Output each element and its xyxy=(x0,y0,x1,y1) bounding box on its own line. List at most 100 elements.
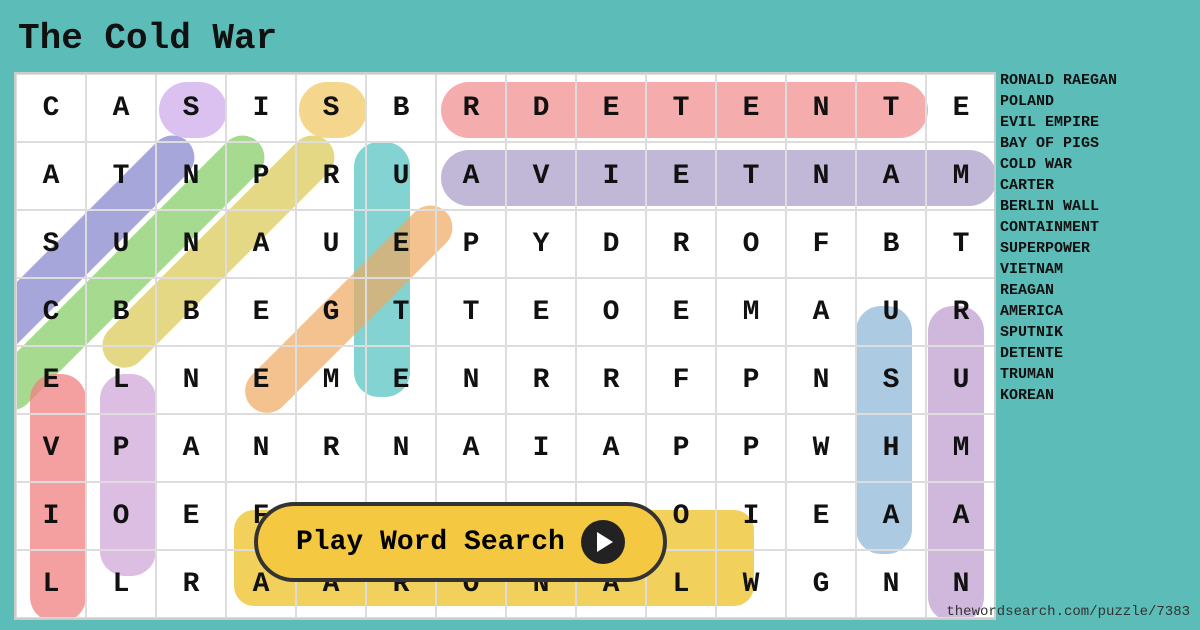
cell-7-11[interactable]: G xyxy=(786,550,856,618)
cell-0-6[interactable]: R xyxy=(436,74,506,142)
cell-3-7[interactable]: E xyxy=(506,278,576,346)
cell-1-9[interactable]: E xyxy=(646,142,716,210)
cell-2-7[interactable]: Y xyxy=(506,210,576,278)
cell-5-11[interactable]: W xyxy=(786,414,856,482)
cell-6-10[interactable]: I xyxy=(716,482,786,550)
cell-3-11[interactable]: A xyxy=(786,278,856,346)
cell-5-8[interactable]: A xyxy=(576,414,646,482)
cell-1-12[interactable]: A xyxy=(856,142,926,210)
cell-3-3[interactable]: E xyxy=(226,278,296,346)
cell-0-11[interactable]: N xyxy=(786,74,856,142)
cell-4-4[interactable]: M xyxy=(296,346,366,414)
cell-1-11[interactable]: N xyxy=(786,142,856,210)
cell-7-1[interactable]: L xyxy=(86,550,156,618)
cell-1-10[interactable]: T xyxy=(716,142,786,210)
word-list-item: DETENTE xyxy=(1000,345,1190,362)
cell-6-13[interactable]: A xyxy=(926,482,996,550)
cell-0-10[interactable]: E xyxy=(716,74,786,142)
cell-3-9[interactable]: E xyxy=(646,278,716,346)
cell-4-7[interactable]: R xyxy=(506,346,576,414)
cell-2-0[interactable]: S xyxy=(16,210,86,278)
cell-5-0[interactable]: V xyxy=(16,414,86,482)
cell-2-6[interactable]: P xyxy=(436,210,506,278)
cell-4-3[interactable]: E xyxy=(226,346,296,414)
cell-7-10[interactable]: W xyxy=(716,550,786,618)
cell-1-5[interactable]: U xyxy=(366,142,436,210)
play-button[interactable]: Play Word Search xyxy=(254,502,667,582)
cell-0-9[interactable]: T xyxy=(646,74,716,142)
cell-4-13[interactable]: U xyxy=(926,346,996,414)
cell-5-6[interactable]: A xyxy=(436,414,506,482)
cell-5-2[interactable]: A xyxy=(156,414,226,482)
cell-2-11[interactable]: F xyxy=(786,210,856,278)
cell-6-2[interactable]: E xyxy=(156,482,226,550)
cell-0-3[interactable]: I xyxy=(226,74,296,142)
cell-2-12[interactable]: B xyxy=(856,210,926,278)
cell-5-12[interactable]: H xyxy=(856,414,926,482)
cell-2-8[interactable]: D xyxy=(576,210,646,278)
cell-5-7[interactable]: I xyxy=(506,414,576,482)
cell-7-0[interactable]: L xyxy=(16,550,86,618)
cell-0-8[interactable]: E xyxy=(576,74,646,142)
cell-0-12[interactable]: T xyxy=(856,74,926,142)
cell-3-2[interactable]: B xyxy=(156,278,226,346)
cell-0-1[interactable]: A xyxy=(86,74,156,142)
cell-0-5[interactable]: B xyxy=(366,74,436,142)
cell-0-7[interactable]: D xyxy=(506,74,576,142)
cell-2-13[interactable]: T xyxy=(926,210,996,278)
cell-1-0[interactable]: A xyxy=(16,142,86,210)
cell-5-9[interactable]: P xyxy=(646,414,716,482)
cell-0-2[interactable]: S xyxy=(156,74,226,142)
cell-4-5[interactable]: E xyxy=(366,346,436,414)
cell-2-2[interactable]: N xyxy=(156,210,226,278)
cell-1-6[interactable]: A xyxy=(436,142,506,210)
cell-6-1[interactable]: O xyxy=(86,482,156,550)
cell-4-10[interactable]: P xyxy=(716,346,786,414)
cell-5-5[interactable]: N xyxy=(366,414,436,482)
cell-6-11[interactable]: E xyxy=(786,482,856,550)
cell-0-0[interactable]: C xyxy=(16,74,86,142)
cell-3-6[interactable]: T xyxy=(436,278,506,346)
cell-3-1[interactable]: B xyxy=(86,278,156,346)
cell-2-9[interactable]: R xyxy=(646,210,716,278)
cell-5-13[interactable]: M xyxy=(926,414,996,482)
cell-4-1[interactable]: L xyxy=(86,346,156,414)
cell-4-0[interactable]: E xyxy=(16,346,86,414)
cell-3-8[interactable]: O xyxy=(576,278,646,346)
cell-5-1[interactable]: P xyxy=(86,414,156,482)
cell-6-12[interactable]: A xyxy=(856,482,926,550)
cell-3-13[interactable]: R xyxy=(926,278,996,346)
cell-4-9[interactable]: F xyxy=(646,346,716,414)
cell-2-4[interactable]: U xyxy=(296,210,366,278)
cell-7-12[interactable]: N xyxy=(856,550,926,618)
cell-3-12[interactable]: U xyxy=(856,278,926,346)
cell-2-10[interactable]: O xyxy=(716,210,786,278)
cell-1-7[interactable]: V xyxy=(506,142,576,210)
cell-2-1[interactable]: U xyxy=(86,210,156,278)
cell-3-10[interactable]: M xyxy=(716,278,786,346)
cell-1-2[interactable]: N xyxy=(156,142,226,210)
cell-7-13[interactable]: N xyxy=(926,550,996,618)
cell-4-2[interactable]: N xyxy=(156,346,226,414)
cell-5-10[interactable]: P xyxy=(716,414,786,482)
cell-1-8[interactable]: I xyxy=(576,142,646,210)
cell-7-2[interactable]: R xyxy=(156,550,226,618)
cell-6-0[interactable]: I xyxy=(16,482,86,550)
cell-1-3[interactable]: P xyxy=(226,142,296,210)
cell-4-12[interactable]: S xyxy=(856,346,926,414)
cell-2-3[interactable]: A xyxy=(226,210,296,278)
cell-0-13[interactable]: E xyxy=(926,74,996,142)
cell-4-11[interactable]: N xyxy=(786,346,856,414)
cell-1-4[interactable]: R xyxy=(296,142,366,210)
cell-1-13[interactable]: M xyxy=(926,142,996,210)
cell-1-1[interactable]: T xyxy=(86,142,156,210)
cell-0-4[interactable]: S xyxy=(296,74,366,142)
cell-4-8[interactable]: R xyxy=(576,346,646,414)
cell-5-3[interactable]: N xyxy=(226,414,296,482)
cell-3-0[interactable]: C xyxy=(16,278,86,346)
cell-3-5[interactable]: T xyxy=(366,278,436,346)
cell-2-5[interactable]: E xyxy=(366,210,436,278)
cell-3-4[interactable]: G xyxy=(296,278,366,346)
cell-4-6[interactable]: N xyxy=(436,346,506,414)
cell-5-4[interactable]: R xyxy=(296,414,366,482)
